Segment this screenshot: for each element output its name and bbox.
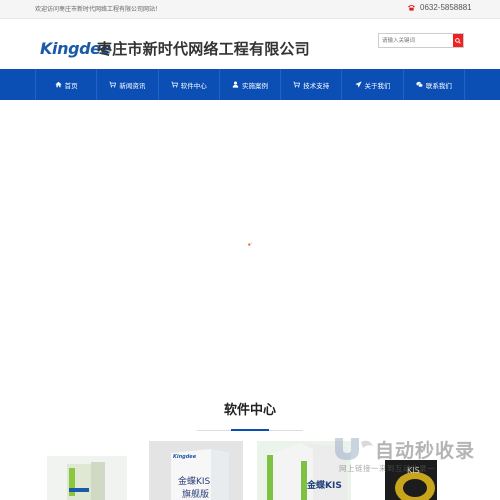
home-icon [54,81,62,88]
product-name: 金蝶KIS [306,479,342,491]
nav-label: 实施案例 [241,82,268,90]
nav-item-support[interactable]: 技术支持 [281,69,343,100]
search-box [378,33,464,48]
welcome-text: 欢迎访问枣庄市新时代网络工程有限公司网站！ [35,7,162,13]
product-brand: Kingdee [173,454,197,460]
main-nav: 首页 新闻资讯 软件中心 实施案例 技术支持 关于我们 联系我们 [0,69,500,100]
nav-label: 关于我们 [364,82,391,90]
phone-contact: 0632-5858881 [407,3,472,12]
nav-label: 联系我们 [425,82,452,90]
nav-item-software[interactable]: 软件中心 [159,69,220,100]
section-title: 软件中心 [223,402,276,417]
nav-item-contact[interactable]: 联系我们 [404,69,465,100]
phone-icon [408,4,415,11]
search-input[interactable] [379,34,453,47]
product-edition: 旗舰版 [182,488,209,500]
top-bar: 欢迎访问枣庄市新时代网络工程有限公司网站！ 0632-5858881 [0,0,500,19]
nav-item-news[interactable]: 新闻资讯 [97,69,159,100]
watermark-title: 自动秒收录 [375,441,476,462]
cart-icon [171,81,178,88]
product-name: 金蝶KIS [178,475,211,487]
section-underline [231,429,269,431]
product-box-image: Kingdee 金蝶KIS 旗舰版 [171,449,229,500]
watermark-overlay: 自动秒收录 网上链接一来到互动收录一 [327,436,492,480]
nav-label: 首页 [64,82,78,90]
company-name: 枣庄市新时代网络工程有限公司 [97,41,310,58]
send-icon [354,81,362,88]
chat-icon [416,81,423,88]
site-header: Kingdee 枣庄市新时代网络工程有限公司 [0,19,500,69]
nav-item-cases[interactable]: 实施案例 [220,69,282,100]
search-icon [455,37,461,44]
cart-icon [293,81,301,88]
phone-number: 0632-5858881 [420,3,472,12]
nav-label: 新闻资讯 [119,82,146,90]
nav-label: 软件中心 [180,82,207,90]
watermark-logo-icon [335,438,373,460]
nav-item-home[interactable]: 首页 [35,69,98,100]
product-box-image [67,462,105,500]
cart-icon [109,81,117,88]
user-icon [232,81,239,88]
product-card[interactable]: Kingdee 金蝶KIS 旗舰版 [149,441,243,500]
nav-item-about[interactable]: 关于我们 [342,69,404,100]
watermark-subtitle: 网上链接一来到互动收录一 [339,464,435,473]
product-card[interactable] [47,456,127,500]
search-button[interactable] [453,34,463,47]
loading-spinner-icon [248,242,252,246]
nav-label: 技术支持 [303,82,330,90]
